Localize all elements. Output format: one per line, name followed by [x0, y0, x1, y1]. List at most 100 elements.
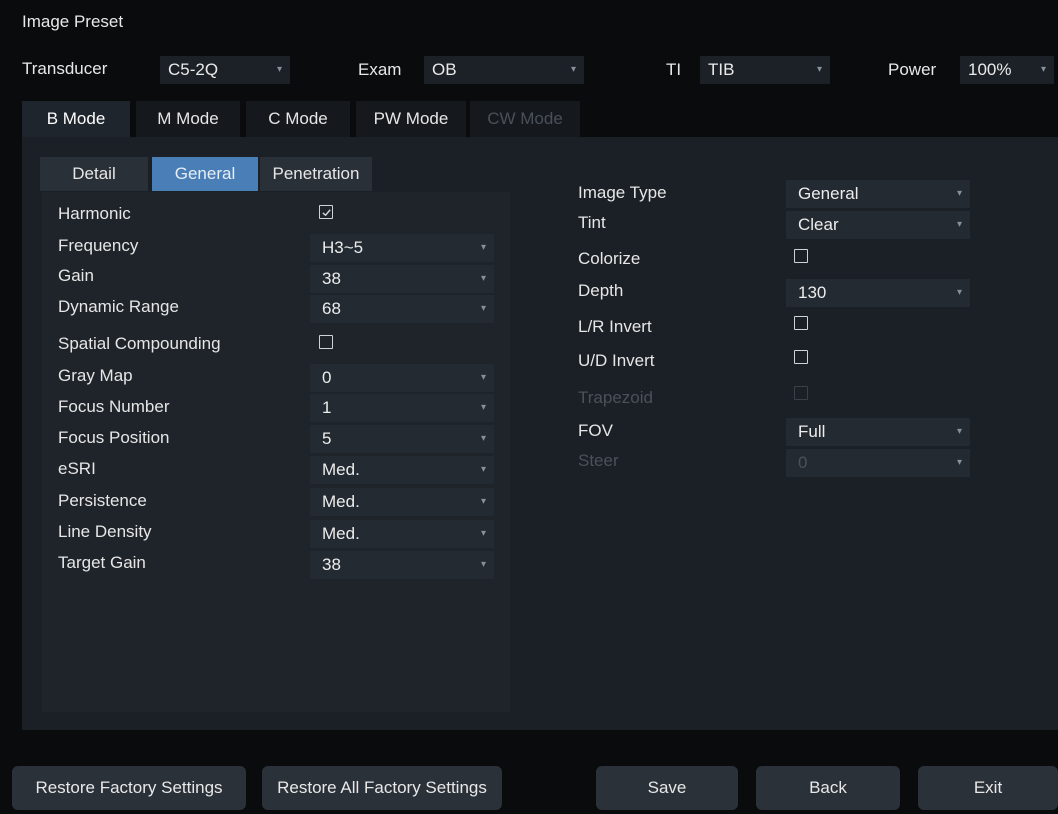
focus-number-value: 1: [322, 398, 332, 417]
power-select[interactable]: 100% ▾: [960, 56, 1054, 84]
focus-number-select[interactable]: 1 ▾: [310, 394, 494, 422]
window-title: Image Preset: [22, 12, 124, 31]
spatial-compounding-checkbox[interactable]: [319, 335, 333, 349]
steer-label: Steer: [578, 451, 619, 470]
tab-b-mode[interactable]: B Mode: [22, 101, 130, 137]
chevron-down-icon: ▾: [480, 464, 486, 475]
image-type-select[interactable]: General ▾: [786, 180, 970, 208]
dynamic-range-select[interactable]: 68 ▾: [310, 295, 494, 323]
focus-position-value: 5: [322, 429, 332, 448]
dynamic-range-label: Dynamic Range: [58, 297, 179, 316]
target-gain-select[interactable]: 38 ▾: [310, 551, 494, 579]
frequency-value: H3~5: [322, 238, 364, 257]
chevron-down-icon: ▾: [480, 496, 486, 507]
gray-map-select[interactable]: 0 ▾: [310, 364, 494, 392]
focus-number-label: Focus Number: [58, 397, 170, 416]
chevron-down-icon: ▾: [956, 287, 962, 298]
lr-invert-checkbox[interactable]: [794, 316, 808, 330]
gain-value: 38: [322, 269, 341, 288]
chevron-down-icon: ▾: [480, 402, 486, 413]
check-icon: [321, 208, 331, 216]
chevron-down-icon: ▾: [956, 457, 962, 468]
chevron-down-icon: ▾: [480, 433, 486, 444]
frequency-select[interactable]: H3~5 ▾: [310, 234, 494, 262]
power-value: 100%: [968, 60, 1012, 79]
gray-map-label: Gray Map: [58, 366, 133, 385]
subtab-penetration[interactable]: Penetration: [260, 157, 372, 191]
chevron-down-icon: ▾: [956, 219, 962, 230]
ti-value: TIB: [708, 60, 735, 79]
tab-cw-mode: CW Mode: [470, 101, 580, 137]
harmonic-label: Harmonic: [58, 204, 131, 223]
exam-value: OB: [432, 60, 457, 79]
chevron-down-icon: ▾: [956, 188, 962, 199]
gray-map-value: 0: [322, 368, 332, 387]
esri-value: Med.: [322, 460, 360, 479]
ud-invert-label: U/D Invert: [578, 351, 655, 370]
line-density-select[interactable]: Med. ▾: [310, 520, 494, 548]
gain-select[interactable]: 38 ▾: [310, 265, 494, 293]
line-density-value: Med.: [322, 524, 360, 543]
transducer-select[interactable]: C5-2Q ▾: [160, 56, 290, 84]
chevron-down-icon: ▾: [480, 303, 486, 314]
fov-value: Full: [798, 422, 826, 441]
depth-label: Depth: [578, 281, 624, 300]
line-density-label: Line Density: [58, 522, 152, 541]
persistence-label: Persistence: [58, 491, 147, 510]
steer-select: 0 ▾: [786, 449, 970, 477]
transducer-label: Transducer: [22, 59, 108, 78]
exam-label: Exam: [358, 60, 402, 79]
spatial-compounding-label: Spatial Compounding: [58, 334, 221, 353]
restore-all-factory-settings-button[interactable]: Restore All Factory Settings: [262, 766, 502, 810]
steer-value: 0: [798, 453, 808, 472]
tab-c-mode[interactable]: C Mode: [246, 101, 350, 137]
back-button[interactable]: Back: [756, 766, 900, 810]
fov-label: FOV: [578, 421, 613, 440]
harmonic-checkbox[interactable]: [319, 205, 333, 219]
exam-select[interactable]: OB ▾: [424, 56, 584, 84]
gain-label: Gain: [58, 266, 94, 285]
exit-button[interactable]: Exit: [918, 766, 1058, 810]
ud-invert-checkbox[interactable]: [794, 350, 808, 364]
persistence-select[interactable]: Med. ▾: [310, 488, 494, 516]
chevron-down-icon: ▾: [276, 64, 282, 75]
dynamic-range-value: 68: [322, 299, 341, 318]
tint-value: Clear: [798, 215, 839, 234]
fov-select[interactable]: Full ▾: [786, 418, 970, 446]
ti-label: TI: [666, 60, 682, 79]
image-type-value: General: [798, 184, 859, 203]
tint-select[interactable]: Clear ▾: [786, 211, 970, 239]
esri-select[interactable]: Med. ▾: [310, 456, 494, 484]
trapezoid-label: Trapezoid: [578, 388, 653, 407]
lr-invert-label: L/R Invert: [578, 317, 652, 336]
colorize-label: Colorize: [578, 249, 641, 268]
colorize-checkbox[interactable]: [794, 249, 808, 263]
esri-label: eSRI: [58, 459, 96, 478]
subtab-general[interactable]: General: [152, 157, 258, 191]
image-type-label: Image Type: [578, 183, 667, 202]
chevron-down-icon: ▾: [816, 64, 822, 75]
tab-pw-mode[interactable]: PW Mode: [356, 101, 466, 137]
tint-label: Tint: [578, 213, 606, 232]
focus-position-label: Focus Position: [58, 428, 170, 447]
chevron-down-icon: ▾: [480, 242, 486, 253]
chevron-down-icon: ▾: [570, 64, 576, 75]
save-button[interactable]: Save: [596, 766, 738, 810]
chevron-down-icon: ▾: [480, 559, 486, 570]
ti-select[interactable]: TIB ▾: [700, 56, 830, 84]
focus-position-select[interactable]: 5 ▾: [310, 425, 494, 453]
restore-factory-settings-button[interactable]: Restore Factory Settings: [12, 766, 246, 810]
persistence-value: Med.: [322, 492, 360, 511]
target-gain-value: 38: [322, 555, 341, 574]
subtab-detail[interactable]: Detail: [40, 157, 148, 191]
tab-m-mode[interactable]: M Mode: [136, 101, 240, 137]
depth-value: 130: [798, 283, 827, 302]
trapezoid-checkbox: [794, 386, 808, 400]
target-gain-label: Target Gain: [58, 553, 146, 572]
transducer-value: C5-2Q: [168, 60, 219, 79]
frequency-label: Frequency: [58, 236, 139, 255]
depth-select[interactable]: 130 ▾: [786, 279, 970, 307]
chevron-down-icon: ▾: [480, 528, 486, 539]
chevron-down-icon: ▾: [480, 372, 486, 383]
chevron-down-icon: ▾: [956, 426, 962, 437]
